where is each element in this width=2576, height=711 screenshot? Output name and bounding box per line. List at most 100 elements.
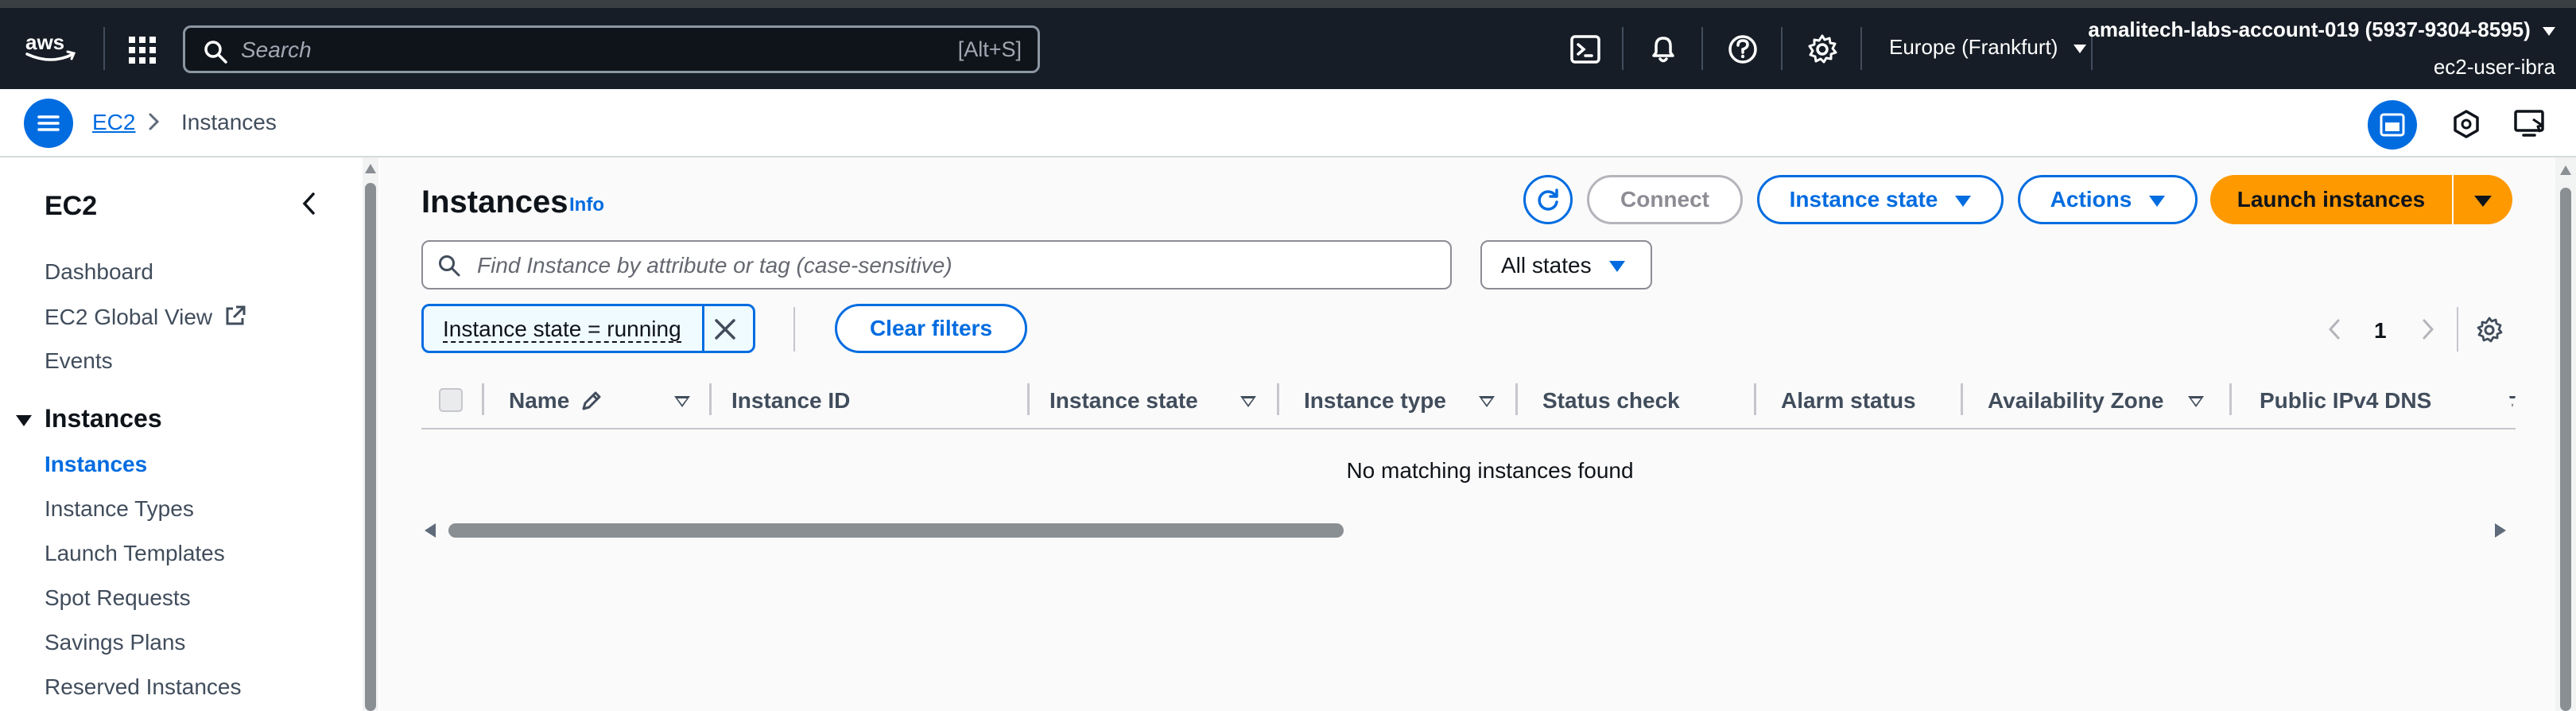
scrollbar-thumb[interactable]: [2560, 188, 2571, 711]
help-icon[interactable]: [1725, 32, 1760, 67]
page-number[interactable]: 1: [2374, 318, 2387, 344]
column-header-status-check[interactable]: Status check: [1542, 388, 1680, 414]
search-icon: [204, 41, 227, 64]
region-label: Europe (Frankfurt): [1889, 35, 2058, 59]
instance-state-button[interactable]: Instance state: [1757, 175, 2004, 224]
sidebar-item-instance-types[interactable]: Instance Types: [45, 496, 194, 522]
close-icon[interactable]: [712, 316, 739, 343]
sidebar-scrollbar[interactable]: [363, 157, 378, 711]
chevron-left-icon[interactable]: [297, 189, 321, 218]
feedback-screen-icon[interactable]: [2508, 102, 2552, 146]
svg-text:aws: aws: [25, 30, 64, 54]
sidebar-item-instances[interactable]: Instances: [45, 452, 147, 477]
column-header-instance-id[interactable]: Instance ID: [731, 388, 850, 414]
nav-divider: [1860, 27, 1862, 70]
top-navigation: aws [Alt+S] Eu: [0, 0, 2576, 89]
instance-state-label: Instance state: [1789, 187, 1938, 212]
apps-grid-icon[interactable]: [127, 35, 157, 65]
caret-down-icon: [1609, 261, 1625, 272]
panel-toggle-button[interactable]: [2368, 100, 2417, 150]
column-header-availability-zone[interactable]: Availability Zone: [1988, 388, 2163, 414]
launch-instances-dropdown[interactable]: [2454, 175, 2512, 224]
column-divider: [1754, 383, 1756, 415]
filter-divider: [793, 307, 795, 352]
launch-instances-button[interactable]: Launch instances: [2210, 175, 2452, 224]
sidebar-item-savings-plans[interactable]: Savings Plans: [45, 630, 185, 655]
search-shortcut: [Alt+S]: [957, 37, 1022, 61]
sidebar-item-spot-requests[interactable]: Spot Requests: [45, 585, 191, 611]
account-user: ec2-user-ibra: [2433, 55, 2555, 79]
sort-icon[interactable]: [2508, 396, 2517, 407]
external-link-icon: [226, 305, 246, 325]
column-divider: [1027, 383, 1030, 415]
connect-button[interactable]: Connect: [1587, 175, 1743, 224]
nav-divider: [1701, 27, 1703, 70]
state-select-value: All states: [1501, 253, 1592, 278]
column-header-alarm-status[interactable]: Alarm status: [1781, 388, 1916, 414]
nav-divider: [1622, 27, 1624, 70]
caret-down-icon: [16, 414, 32, 426]
scrollbar-thumb[interactable]: [365, 183, 376, 711]
caret-down-icon: [1955, 195, 1972, 207]
main-scrollbar[interactable]: [2555, 157, 2576, 711]
notifications-hub-icon[interactable]: [2444, 102, 2489, 146]
region-selector[interactable]: Europe (Frankfurt): [1889, 35, 2086, 60]
pencil-icon: [582, 391, 601, 410]
column-divider: [2229, 383, 2232, 415]
aws-logo-icon[interactable]: aws: [24, 29, 78, 64]
info-link[interactable]: Info: [569, 194, 604, 216]
chevron-left-icon[interactable]: [2326, 317, 2342, 342]
gear-icon[interactable]: [1805, 32, 1840, 67]
table-horizontal-scrollbar[interactable]: [425, 519, 2506, 541]
actions-label: Actions: [2050, 187, 2132, 212]
side-nav-title[interactable]: EC2: [45, 191, 97, 222]
breadcrumb-ec2-link[interactable]: EC2: [92, 110, 135, 135]
actions-button[interactable]: Actions: [2018, 175, 2198, 224]
clear-filters-button[interactable]: Clear filters: [835, 304, 1027, 353]
scroll-left-arrow[interactable]: [425, 523, 436, 538]
cloudshell-icon[interactable]: [1568, 32, 1603, 67]
select-all-checkbox[interactable]: [439, 388, 463, 412]
scroll-up-arrow[interactable]: [365, 164, 376, 173]
sidebar-item-reserved-instances[interactable]: Reserved Instances: [45, 674, 241, 700]
sidebar-item-dashboard[interactable]: Dashboard: [45, 259, 153, 285]
sort-icon[interactable]: [1479, 396, 1495, 407]
sidebar-item-global-view[interactable]: EC2 Global View: [45, 304, 247, 330]
filter-token: Instance state = running: [421, 304, 755, 353]
table-header: Name Instance ID Instance state Instance…: [421, 374, 2517, 429]
side-navigation: EC2 Dashboard EC2 Global View Events Ins…: [0, 157, 364, 711]
column-header-instance-type[interactable]: Instance type: [1304, 388, 1446, 414]
account-menu[interactable]: amalitech-labs-account-019 (5937-9304-85…: [2088, 17, 2555, 80]
scroll-up-arrow[interactable]: [2560, 165, 2571, 175]
refresh-button[interactable]: [1523, 175, 1573, 224]
sidebar-item-events[interactable]: Events: [45, 348, 113, 374]
column-header-name[interactable]: Name: [509, 388, 569, 414]
sidebar-item-label: EC2 Global View: [45, 305, 213, 329]
panel-icon: [2380, 113, 2405, 137]
instance-filter-input[interactable]: [477, 250, 1431, 282]
sort-icon[interactable]: [1240, 396, 1256, 407]
chevron-right-icon[interactable]: [2420, 317, 2436, 342]
gear-icon[interactable]: [2474, 315, 2504, 345]
column-header-public-ipv4-dns[interactable]: Public IPv4 DNS: [2260, 388, 2431, 414]
filter-token-label[interactable]: Instance state = running: [443, 317, 681, 343]
column-header-instance-state[interactable]: Instance state: [1049, 388, 1198, 414]
scroll-right-arrow[interactable]: [2495, 523, 2506, 538]
token-divider: [702, 306, 704, 351]
side-nav-toggle-button[interactable]: [24, 99, 73, 148]
breadcrumb-current: Instances: [181, 110, 277, 134]
refresh-icon: [1538, 188, 1558, 211]
instance-filter[interactable]: [421, 240, 1452, 289]
global-search-input[interactable]: [241, 34, 845, 66]
scrollbar-thumb[interactable]: [448, 523, 1344, 538]
bell-icon[interactable]: [1646, 32, 1681, 67]
sort-icon[interactable]: [2188, 396, 2204, 407]
state-select[interactable]: All states: [1480, 240, 1652, 289]
nav-divider: [1781, 27, 1783, 70]
sort-icon[interactable]: [674, 396, 690, 407]
main-content: Instances Info Connect Instance state Ac…: [380, 157, 2555, 711]
sidebar-section-instances[interactable]: Instances: [16, 404, 162, 433]
global-search[interactable]: [Alt+S]: [183, 25, 1040, 73]
sidebar-item-launch-templates[interactable]: Launch Templates: [45, 541, 225, 566]
pager-divider: [2457, 307, 2458, 352]
